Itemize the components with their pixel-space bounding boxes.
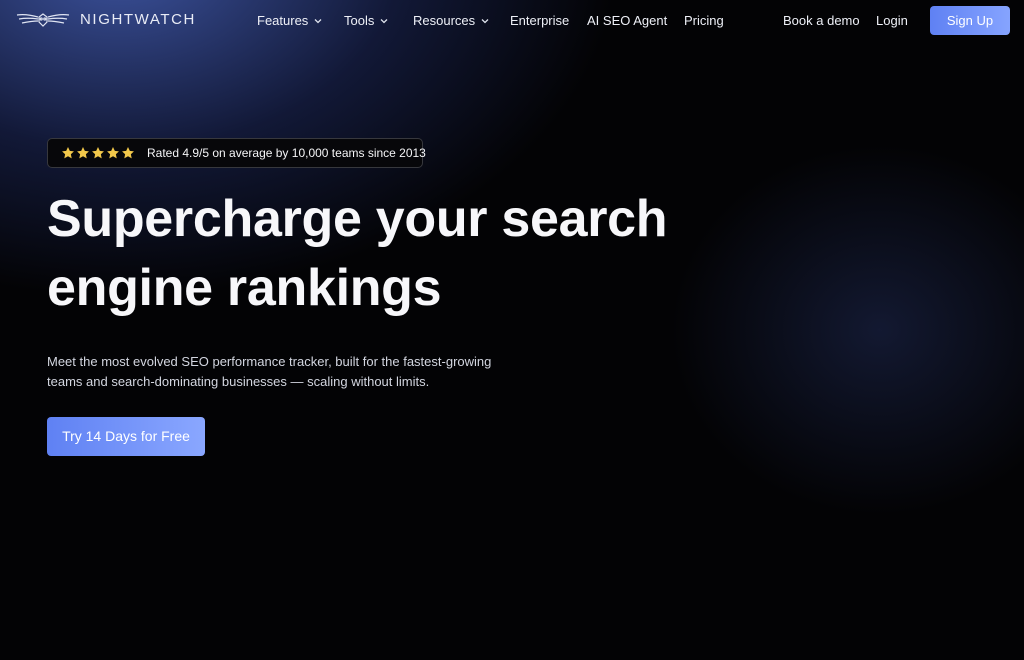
chevron-down-icon (481, 19, 489, 24)
login-link[interactable]: Login (876, 13, 908, 29)
nav-item-pricing[interactable]: Pricing (684, 13, 724, 29)
page-background (0, 0, 1024, 660)
subheadline-line-1: Meet the most evolved SEO performance tr… (47, 354, 492, 369)
rating-text: Rated 4.9/5 on average by 10,000 teams s… (147, 146, 426, 160)
book-demo-link[interactable]: Book a demo (783, 13, 860, 29)
headline-line-1: Supercharge your search (47, 190, 668, 248)
nav-item-label: Tools (344, 13, 375, 28)
nav-item-resources[interactable]: Resources (413, 13, 489, 29)
top-navigation: NIGHTWATCH Features Tools Resources Ente… (0, 0, 1024, 40)
star-icon (77, 147, 89, 159)
rating-stars (61, 146, 135, 160)
owl-wings-icon (16, 11, 70, 29)
free-trial-button[interactable]: Try 14 Days for Free (47, 417, 205, 456)
star-icon (107, 147, 119, 159)
star-icon (92, 147, 104, 159)
hero-subheadline: Meet the most evolved SEO performance tr… (47, 352, 517, 392)
nav-item-enterprise[interactable]: Enterprise (510, 13, 569, 29)
star-icon (122, 147, 134, 159)
star-icon (62, 147, 74, 159)
nav-item-label: Resources (413, 13, 476, 28)
nav-item-tools[interactable]: Tools (344, 13, 388, 29)
chevron-down-icon (314, 19, 322, 24)
hero-headline: Supercharge your search engine rankings (47, 185, 747, 323)
brand-logo[interactable]: NIGHTWATCH (16, 11, 196, 29)
nav-item-features[interactable]: Features (257, 13, 322, 29)
subheadline-line-2: teams and search-dominating businesses —… (47, 374, 430, 389)
rating-badge: Rated 4.9/5 on average by 10,000 teams s… (47, 138, 426, 168)
chevron-down-icon (380, 19, 388, 24)
nav-item-label: Features (257, 13, 309, 28)
brand-name: NIGHTWATCH (80, 11, 196, 28)
nav-item-ai-seo-agent[interactable]: AI SEO Agent (587, 13, 667, 29)
headline-line-2: engine rankings (47, 259, 442, 317)
sign-up-button[interactable]: Sign Up (930, 6, 1010, 35)
